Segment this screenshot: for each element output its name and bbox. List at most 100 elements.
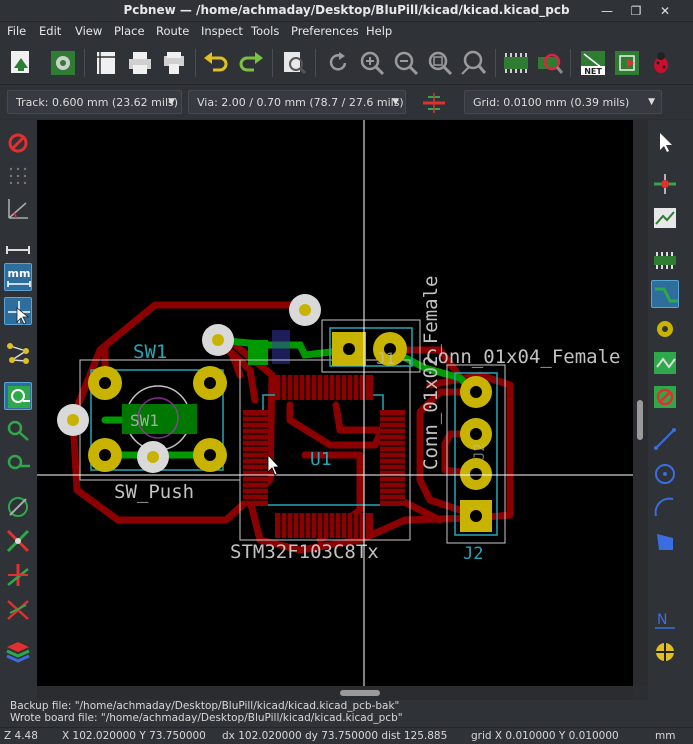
local-ratsnest-icon[interactable] (651, 204, 679, 232)
update-pcb-icon[interactable] (612, 48, 642, 78)
place-anchor-icon[interactable] (651, 638, 679, 666)
menu-preferences[interactable]: Preferences (291, 24, 359, 38)
add-polygon-icon[interactable] (651, 528, 679, 556)
add-text-icon[interactable]: N (651, 604, 679, 632)
grid-size-value: Grid: 0.0100 mm (0.39 mils) (473, 96, 630, 109)
u1-ref-label: U1 (310, 449, 332, 470)
maximize-button[interactable]: ❐ (627, 2, 645, 20)
pad-sketch-icon[interactable] (4, 493, 32, 521)
j1-fab-label: J1 (376, 349, 395, 368)
menu-route[interactable]: Route (156, 24, 189, 38)
sw1-ref-label: SW1 (133, 341, 167, 363)
graphic-sketch-icon[interactable] (4, 595, 32, 623)
grid-toggle-icon[interactable] (4, 162, 32, 190)
route-track-icon[interactable] (651, 280, 679, 308)
grid-status: grid X 0.010000 Y 0.010000 (471, 730, 619, 742)
auto-track-width-icon[interactable] (420, 89, 448, 117)
zoom-out-icon[interactable] (391, 48, 421, 78)
zoom-in-icon[interactable] (357, 48, 387, 78)
aux-toolbar: Track: 0.600 mm (23.62 mils) ▼ Via: 2.00 … (0, 85, 693, 119)
scripting-bug-icon[interactable] (646, 48, 676, 78)
chevron-down-icon: ▼ (392, 97, 399, 107)
menu-place[interactable]: Place (114, 24, 145, 38)
add-footprint-icon[interactable] (651, 246, 679, 274)
inch-units-icon[interactable] (4, 236, 32, 264)
track-sketch-icon[interactable] (4, 561, 32, 589)
j1-value-label: Conn_01x02_Female (420, 276, 442, 470)
zoom-status: Z 4.48 (4, 730, 38, 742)
netlist-icon[interactable]: NET (578, 48, 608, 78)
mm-units-icon[interactable]: mm (4, 263, 32, 291)
horizontal-scrollbar[interactable] (37, 686, 633, 700)
via-size-value: Via: 2.00 / 0.70 mm (78.7 / 27.6 mils) * (197, 96, 406, 109)
j2-ref-label: J2 (463, 544, 483, 564)
select-tool-icon[interactable] (651, 128, 679, 156)
u1-value-label: STM32F103C8Tx (230, 541, 379, 563)
add-arc-icon[interactable] (651, 494, 679, 522)
find-icon[interactable] (279, 48, 309, 78)
redraw-icon[interactable] (323, 48, 353, 78)
via-sketch-icon[interactable] (4, 527, 32, 555)
minimize-button[interactable]: — (598, 2, 616, 20)
menu-view[interactable]: View (75, 24, 102, 38)
menu-inspect[interactable]: Inspect (201, 24, 243, 38)
zoom-selection-icon[interactable] (459, 48, 489, 78)
via-size-select[interactable]: Via: 2.00 / 0.70 mm (78.7 / 27.6 mils) *… (188, 90, 406, 114)
footprint-browser-icon[interactable] (535, 48, 565, 78)
drc-off-icon[interactable] (4, 129, 32, 157)
j2-fab-label: J2 (472, 443, 488, 460)
zone-fill-display-icon[interactable] (4, 382, 32, 410)
pcb-board-drawing: SW1 SW_Push SW1 U1 STM32F103C8Tx Conn_01… (37, 120, 633, 686)
toolbar-separator (195, 49, 196, 77)
cursor-shape-icon[interactable] (4, 297, 32, 325)
horizontal-scroll-thumb[interactable] (340, 690, 380, 696)
message-panel: Backup file: "/home/achmaday/Desktop/Blu… (0, 700, 693, 727)
menu-bar: File Edit View Place Route Inspect Tools… (0, 22, 693, 41)
high-contrast-layers-icon[interactable] (4, 638, 32, 666)
window-title: Pcbnew — /home/achmaday/Desktop/BluPill/… (123, 3, 570, 17)
u1-pads-top (275, 375, 373, 400)
menu-edit[interactable]: Edit (39, 24, 61, 38)
svg-text:mm: mm (8, 267, 31, 280)
ratsnest-icon[interactable] (4, 339, 32, 367)
menu-help[interactable]: Help (366, 24, 392, 38)
redo-icon[interactable] (236, 48, 266, 78)
units-status: mm (655, 730, 676, 742)
close-button[interactable]: ✕ (656, 2, 674, 20)
zone-outline-display-icon[interactable] (4, 416, 32, 444)
add-keepout-icon[interactable] (651, 383, 679, 411)
highlight-net-icon[interactable] (651, 170, 679, 198)
title-bar: Pcbnew — /home/achmaday/Desktop/BluPill/… (0, 0, 693, 22)
track-width-value: Track: 0.600 mm (23.62 mils) (16, 96, 179, 109)
track-width-select[interactable]: Track: 0.600 mm (23.62 mils) ▼ (7, 90, 182, 114)
zoom-fit-icon[interactable] (425, 48, 455, 78)
zone-hide-icon[interactable] (4, 450, 32, 478)
add-circle-icon[interactable] (651, 460, 679, 488)
board-setup-icon[interactable] (48, 48, 78, 78)
page-settings-icon[interactable] (91, 48, 121, 78)
backup-message: Backup file: "/home/achmaday/Desktop/Blu… (10, 700, 400, 712)
pcb-canvas[interactable]: SW1 SW_Push SW1 U1 STM32F103C8Tx Conn_01… (37, 120, 633, 686)
plot-icon[interactable] (159, 48, 189, 78)
main-toolbar: NET (0, 41, 693, 85)
menu-file[interactable]: File (7, 24, 26, 38)
chevron-down-icon: ▼ (648, 97, 655, 107)
menu-tools[interactable]: Tools (251, 24, 279, 38)
add-line-icon[interactable] (651, 425, 679, 453)
polar-coordinates-icon[interactable] (4, 195, 32, 223)
svg-text:NET: NET (584, 67, 602, 76)
u1-pads-bottom (275, 513, 373, 538)
vertical-scroll-thumb[interactable] (637, 400, 643, 440)
grid-size-select[interactable]: Grid: 0.0100 mm (0.39 mils) ▼ (464, 90, 662, 114)
toolbar-separator (495, 49, 496, 77)
add-via-icon[interactable] (651, 315, 679, 343)
add-zone-icon[interactable] (651, 349, 679, 377)
wrote-message: Wrote board file: "/home/achmaday/Deskto… (10, 712, 403, 724)
new-board-icon[interactable] (6, 48, 36, 78)
undo-icon[interactable] (201, 48, 231, 78)
print-icon[interactable] (125, 48, 155, 78)
footprint-editor-icon[interactable] (501, 48, 531, 78)
j2-footprint: Conn_01x04_Female J2 J2 (426, 346, 620, 564)
toolbar-separator (84, 49, 85, 77)
vertical-scrollbar[interactable] (633, 120, 648, 686)
